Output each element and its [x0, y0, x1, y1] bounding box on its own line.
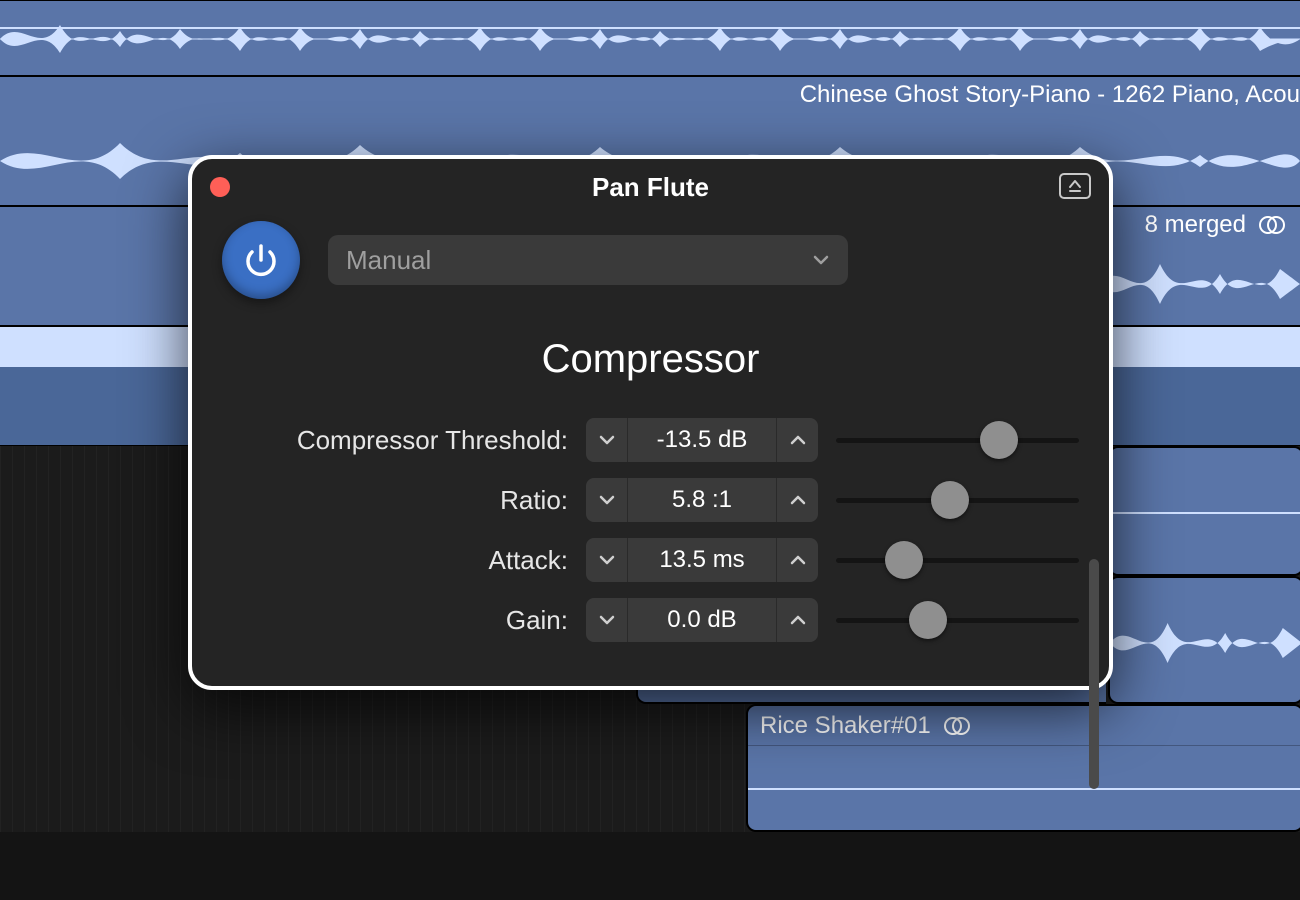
- gain-stepper[interactable]: 0.0 dB: [586, 598, 818, 642]
- stereo-icon: [941, 714, 973, 738]
- expand-button[interactable]: [1059, 173, 1091, 199]
- ratio-value[interactable]: 5.8 :1: [628, 486, 776, 514]
- stepper-increment[interactable]: [776, 478, 818, 522]
- threshold-stepper[interactable]: -13.5 dB: [586, 418, 818, 462]
- param-row-attack: Attack: 13.5 ms: [192, 530, 1079, 590]
- track-label: 8 merged: [1145, 211, 1246, 239]
- param-list: Compressor Threshold: -13.5 dB Ratio:: [192, 410, 1109, 650]
- preset-value: Manual: [346, 245, 431, 276]
- ratio-stepper[interactable]: 5.8 :1: [586, 478, 818, 522]
- plugin-panel: Pan Flute Manual Compressor Compressor T…: [188, 155, 1113, 690]
- waveform: [1110, 466, 1300, 560]
- attack-value[interactable]: 13.5 ms: [628, 546, 776, 574]
- attack-stepper[interactable]: 13.5 ms: [586, 538, 818, 582]
- param-label: Attack:: [200, 545, 568, 576]
- gain-value[interactable]: 0.0 dB: [628, 606, 776, 634]
- stepper-decrement[interactable]: [586, 418, 628, 462]
- param-label: Gain:: [200, 605, 568, 636]
- stepper-increment[interactable]: [776, 598, 818, 642]
- close-button[interactable]: [210, 177, 230, 197]
- effect-title: Compressor: [192, 337, 1109, 382]
- stepper-decrement[interactable]: [586, 538, 628, 582]
- threshold-slider[interactable]: [836, 418, 1079, 462]
- stereo-icon: [1256, 213, 1288, 237]
- slider-rail: [836, 558, 1079, 563]
- waveform: [748, 754, 1300, 824]
- clip-label: Rice Shaker#01: [760, 712, 931, 740]
- attack-slider[interactable]: [836, 538, 1079, 582]
- audio-clip[interactable]: [1108, 446, 1300, 576]
- slider-thumb[interactable]: [909, 601, 947, 639]
- power-button[interactable]: [222, 221, 300, 299]
- threshold-value[interactable]: -13.5 dB: [628, 426, 776, 454]
- stepper-decrement[interactable]: [586, 478, 628, 522]
- gain-slider[interactable]: [836, 598, 1079, 642]
- audio-clip[interactable]: Rice Shaker#01: [746, 704, 1300, 832]
- param-label: Compressor Threshold:: [200, 425, 568, 456]
- param-row-ratio: Ratio: 5.8 :1: [192, 470, 1079, 530]
- waveform: [1100, 249, 1300, 319]
- slider-rail: [836, 618, 1079, 623]
- track-row[interactable]: [0, 0, 1300, 76]
- preset-select[interactable]: Manual: [328, 235, 848, 285]
- track-label: Chinese Ghost Story-Piano - 1262 Piano, …: [800, 81, 1300, 109]
- stepper-decrement[interactable]: [586, 598, 628, 642]
- panel-header-row: Manual: [192, 215, 1109, 299]
- clip-title: Chinese Ghost Story-Piano - 1262 Piano, …: [800, 81, 1300, 109]
- param-row-threshold: Compressor Threshold: -13.5 dB: [192, 410, 1079, 470]
- slider-thumb[interactable]: [885, 541, 923, 579]
- ratio-slider[interactable]: [836, 478, 1079, 522]
- slider-rail: [836, 438, 1079, 443]
- chevron-down-icon: [812, 245, 830, 276]
- panel-scrollbar[interactable]: [1089, 559, 1099, 789]
- stepper-increment[interactable]: [776, 418, 818, 462]
- waveform: [0, 7, 1300, 71]
- waveform: [1110, 598, 1300, 688]
- param-label: Ratio:: [200, 485, 568, 516]
- clip-header: Rice Shaker#01: [748, 706, 1300, 746]
- stepper-increment[interactable]: [776, 538, 818, 582]
- slider-thumb[interactable]: [980, 421, 1018, 459]
- clip-title: 8 merged: [1145, 211, 1288, 239]
- footer-strip: [0, 832, 1300, 900]
- panel-title: Pan Flute: [592, 172, 709, 203]
- slider-thumb[interactable]: [931, 481, 969, 519]
- param-row-gain: Gain: 0.0 dB: [192, 590, 1079, 650]
- audio-clip[interactable]: [1108, 576, 1300, 704]
- panel-titlebar[interactable]: Pan Flute: [192, 159, 1109, 215]
